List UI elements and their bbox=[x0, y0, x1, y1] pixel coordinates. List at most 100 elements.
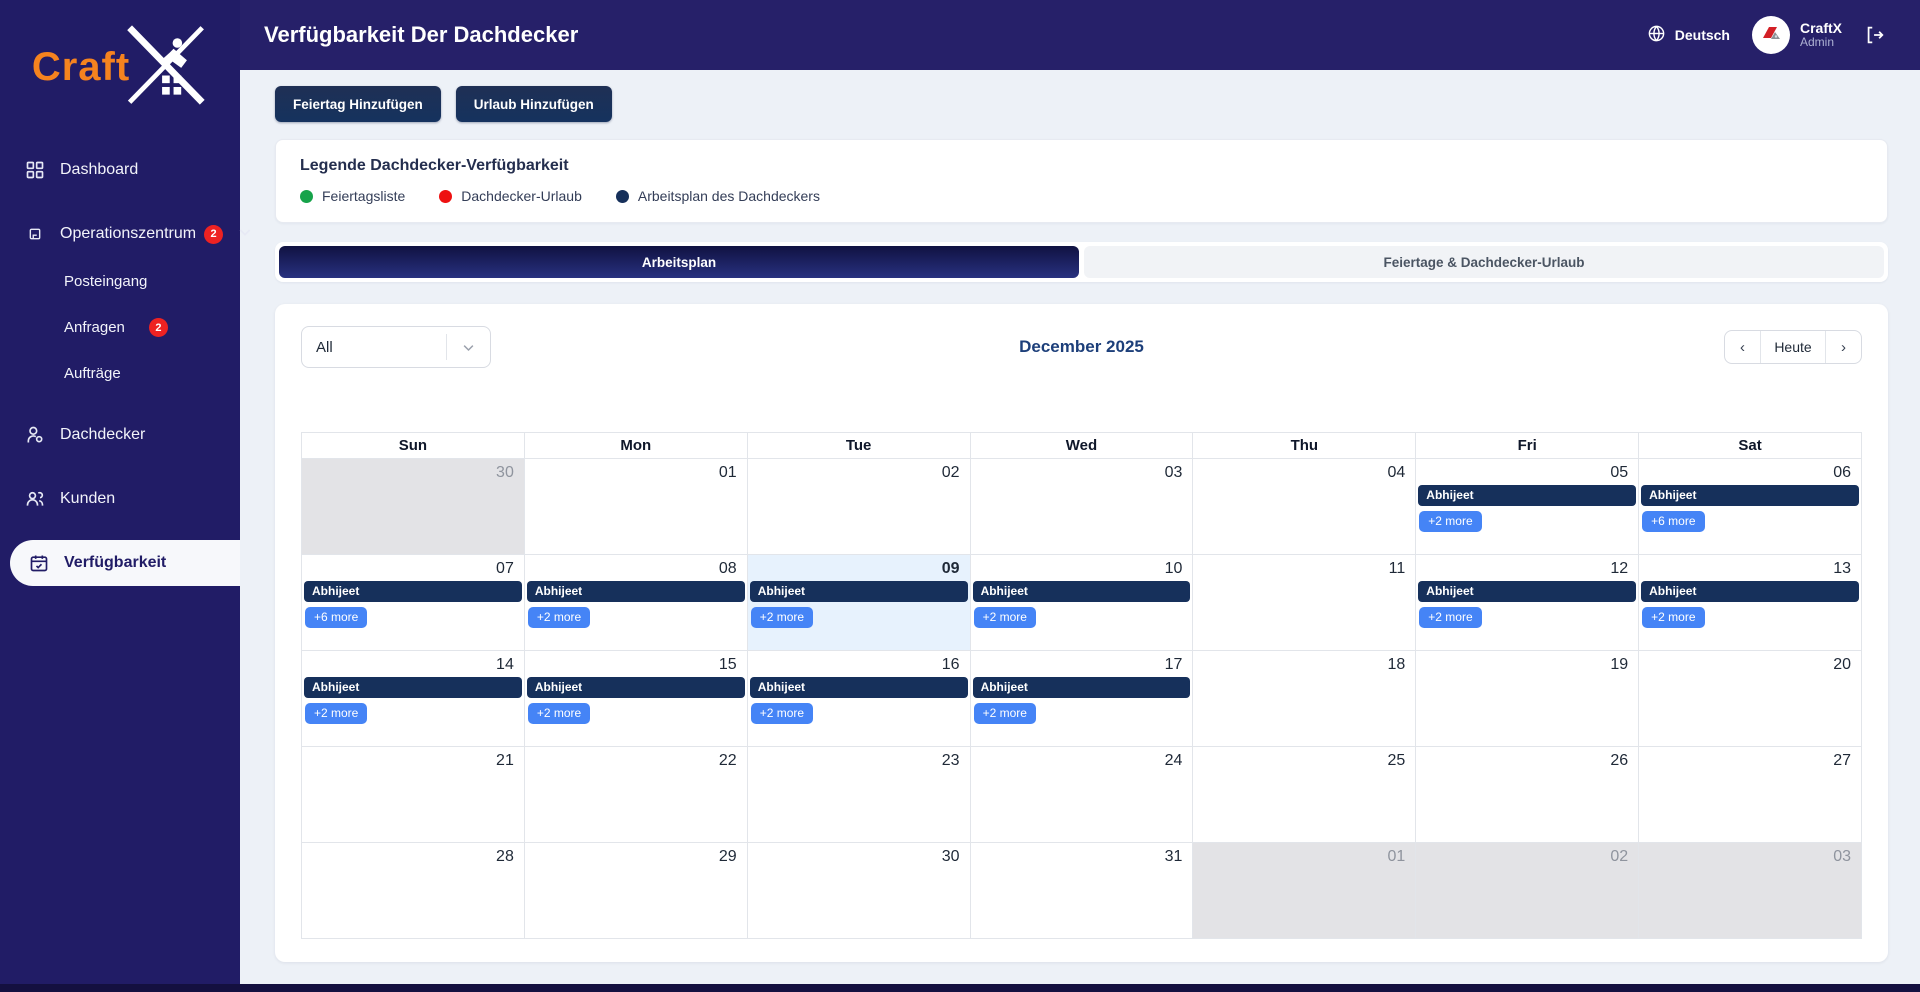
event-bar[interactable]: Abhijeet bbox=[1418, 581, 1636, 602]
calendar-day-cell[interactable]: 29 bbox=[525, 843, 748, 939]
event-bar[interactable]: Abhijeet bbox=[750, 581, 968, 602]
event-bar[interactable]: Abhijeet bbox=[973, 677, 1191, 698]
more-events-badge[interactable]: +2 more bbox=[305, 703, 367, 724]
prev-month-button[interactable]: ‹ bbox=[1725, 331, 1760, 363]
calendar-day-cell[interactable]: 15Abhijeet +2 more bbox=[525, 651, 748, 747]
calendar-day-cell[interactable]: 23 bbox=[748, 747, 971, 843]
calendar-day-cell[interactable]: 27 bbox=[1639, 747, 1862, 843]
sidebar-item-auftraege[interactable]: Aufträge bbox=[0, 357, 240, 390]
event-bar[interactable]: Abhijeet bbox=[304, 677, 522, 698]
chevron-down-icon[interactable] bbox=[237, 224, 253, 245]
event-bar[interactable]: Abhijeet bbox=[527, 581, 745, 602]
day-header-wed: Wed bbox=[971, 433, 1194, 459]
filter-selected-value: All bbox=[302, 339, 446, 356]
day-number: 06 bbox=[1639, 459, 1861, 484]
day-number: 02 bbox=[1416, 843, 1638, 868]
event-bar[interactable]: Abhijeet bbox=[527, 677, 745, 698]
more-events-badge[interactable]: +2 more bbox=[974, 703, 1036, 724]
logout-icon[interactable] bbox=[1864, 24, 1886, 46]
calendar-day-cell[interactable]: 02 bbox=[1416, 843, 1639, 939]
calendar-day-cell[interactable]: 13Abhijeet+2 more bbox=[1639, 555, 1862, 651]
day-number: 11 bbox=[1193, 555, 1415, 580]
sidebar-item-kunden[interactable]: Kunden bbox=[0, 476, 240, 522]
sidebar-item-operationszentrum[interactable]: Operationszentrum 2 bbox=[0, 211, 240, 257]
sidebar-item-label: Dashboard bbox=[60, 161, 138, 179]
day-number: 18 bbox=[1193, 651, 1415, 676]
logo-text: Craft bbox=[32, 45, 130, 90]
more-events-badge[interactable]: +6 more bbox=[305, 607, 367, 628]
calendar-day-cell[interactable]: 03 bbox=[1639, 843, 1862, 939]
calendar-day-cell[interactable]: 07Abhijeet+6 more bbox=[302, 555, 525, 651]
roofer-filter-select[interactable]: All bbox=[301, 326, 491, 368]
day-number: 03 bbox=[1639, 843, 1861, 868]
craftx-logo[interactable]: Craft bbox=[0, 0, 240, 119]
more-events-badge[interactable]: +2 more bbox=[1642, 607, 1704, 628]
day-number: 02 bbox=[748, 459, 970, 484]
more-events-badge[interactable]: +2 more bbox=[751, 607, 813, 628]
event-bar[interactable]: Abhijeet bbox=[1641, 581, 1859, 602]
calendar-day-cell[interactable]: 18 bbox=[1193, 651, 1416, 747]
calendar-day-cell[interactable]: 01 bbox=[525, 459, 748, 555]
more-events-badge[interactable]: +2 more bbox=[528, 607, 590, 628]
more-events-badge[interactable]: +2 more bbox=[528, 703, 590, 724]
user-name: CraftX bbox=[1800, 20, 1842, 36]
user-gear-icon bbox=[24, 424, 46, 446]
add-vacation-button[interactable]: Urlaub Hinzufügen bbox=[456, 86, 612, 122]
day-header-thu: Thu bbox=[1193, 433, 1416, 459]
user-menu[interactable]: CraftX Admin bbox=[1752, 16, 1842, 54]
add-holiday-button[interactable]: Feiertag Hinzufügen bbox=[275, 86, 441, 122]
calendar-day-cell[interactable]: 19 bbox=[1416, 651, 1639, 747]
event-bar[interactable]: Abhijeet bbox=[1418, 485, 1636, 506]
calendar-day-cell[interactable]: 10Abhijeet+2 more bbox=[971, 555, 1194, 651]
calendar-day-cell[interactable]: 11 bbox=[1193, 555, 1416, 651]
calendar-day-cell[interactable]: 05Abhijeet+2 more bbox=[1416, 459, 1639, 555]
legend-card: Legende Dachdecker-Verfügbarkeit Feierta… bbox=[275, 139, 1888, 223]
sidebar-item-dachdecker[interactable]: Dachdecker bbox=[0, 412, 240, 458]
day-number: 15 bbox=[525, 651, 747, 676]
calendar-day-cell[interactable]: 24 bbox=[971, 747, 1194, 843]
day-number: 21 bbox=[302, 747, 524, 772]
sidebar-item-verfuegbarkeit[interactable]: Verfügbarkeit bbox=[10, 540, 240, 586]
calendar-day-cell[interactable]: 08Abhijeet+2 more bbox=[525, 555, 748, 651]
calendar-day-cell[interactable]: 16Abhijeet+2 more bbox=[748, 651, 971, 747]
calendar-day-cell[interactable]: 01 bbox=[1193, 843, 1416, 939]
more-events-badge[interactable]: +2 more bbox=[751, 703, 813, 724]
calendar-day-cell[interactable]: 26 bbox=[1416, 747, 1639, 843]
sidebar-item-posteingang[interactable]: Posteingang bbox=[0, 265, 240, 298]
calendar-day-cell[interactable]: 02 bbox=[748, 459, 971, 555]
calendar-day-cell[interactable]: 30 bbox=[302, 459, 525, 555]
calendar-day-cell[interactable]: 20 bbox=[1639, 651, 1862, 747]
calendar-day-cell[interactable]: 09Abhijeet+2 more bbox=[748, 555, 971, 651]
day-number: 26 bbox=[1416, 747, 1638, 772]
tab-feiertage-urlaub[interactable]: Feiertage & Dachdecker-Urlaub bbox=[1084, 246, 1884, 278]
sidebar-item-dashboard[interactable]: Dashboard bbox=[0, 147, 240, 193]
calendar-day-cell[interactable]: 25 bbox=[1193, 747, 1416, 843]
calendar-day-cell[interactable]: 28 bbox=[302, 843, 525, 939]
event-bar[interactable]: Abhijeet bbox=[304, 581, 522, 602]
day-header-fri: Fri bbox=[1416, 433, 1639, 459]
more-events-badge[interactable]: +2 more bbox=[1419, 511, 1481, 532]
calendar-day-cell[interactable]: 30 bbox=[748, 843, 971, 939]
language-selector[interactable]: Deutsch bbox=[1647, 24, 1730, 46]
calendar-check-icon bbox=[28, 552, 50, 574]
more-events-badge[interactable]: +2 more bbox=[974, 607, 1036, 628]
more-events-badge[interactable]: +6 more bbox=[1642, 511, 1704, 532]
calendar-day-cell[interactable]: 06Abhijeet +6 more bbox=[1639, 459, 1862, 555]
today-button[interactable]: Heute bbox=[1760, 331, 1826, 363]
sidebar-item-anfragen[interactable]: Anfragen 2 bbox=[0, 310, 240, 345]
calendar-day-cell[interactable]: 12Abhijeet+2 more bbox=[1416, 555, 1639, 651]
calendar-day-cell[interactable]: 04 bbox=[1193, 459, 1416, 555]
event-bar[interactable]: Abhijeet bbox=[1641, 485, 1859, 506]
calendar-day-cell[interactable]: 14Abhijeet+2 more bbox=[302, 651, 525, 747]
more-events-badge[interactable]: +2 more bbox=[1419, 607, 1481, 628]
tab-arbeitsplan[interactable]: Arbeitsplan bbox=[279, 246, 1079, 278]
calendar-day-cell[interactable]: 21 bbox=[302, 747, 525, 843]
globe-icon bbox=[1647, 24, 1666, 46]
event-bar[interactable]: Abhijeet bbox=[973, 581, 1191, 602]
event-bar[interactable]: Abhijeet bbox=[750, 677, 968, 698]
next-month-button[interactable]: › bbox=[1826, 331, 1861, 363]
calendar-day-cell[interactable]: 31 bbox=[971, 843, 1194, 939]
calendar-day-cell[interactable]: 03 bbox=[971, 459, 1194, 555]
calendar-day-cell[interactable]: 17Abhijeet+2 more bbox=[971, 651, 1194, 747]
calendar-day-cell[interactable]: 22 bbox=[525, 747, 748, 843]
